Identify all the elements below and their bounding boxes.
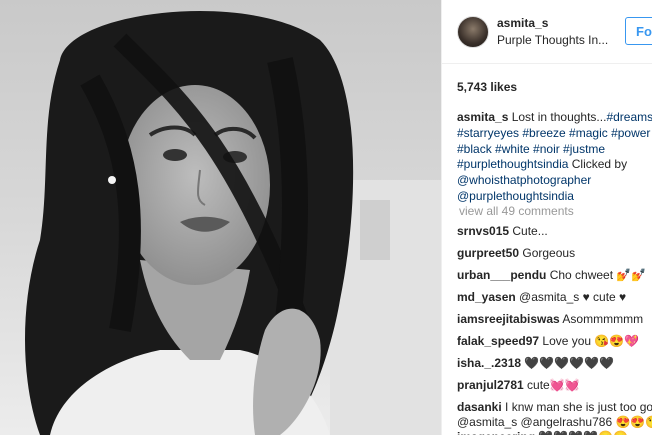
comment-username[interactable]: md_yasen xyxy=(457,290,516,304)
likes-count[interactable]: 5,743 likes xyxy=(457,80,517,94)
post-username[interactable]: asmita_s xyxy=(497,16,548,30)
comment-text: Gorgeous xyxy=(519,246,576,260)
comment-item: dasanki I knw man she is just too goo @a… xyxy=(457,400,652,430)
avatar[interactable] xyxy=(457,16,489,48)
comment-item: pranjul2781 cute💓💓 xyxy=(457,378,652,400)
caption-mid: Clicked by xyxy=(568,157,628,172)
comment-text: @asmita_s ♥ cute ♥ xyxy=(515,290,627,304)
comment-username[interactable]: srnvs015 xyxy=(457,224,509,238)
comment-item: srnvs015 Cute... xyxy=(457,224,652,246)
comment-username[interactable]: isha._.2318 xyxy=(457,356,521,370)
comment-item: isha._.2318 🖤🖤🖤🖤🖤🖤 xyxy=(457,356,652,378)
comment-item: falak_speed97 Love you 😘😍💖 xyxy=(457,334,652,356)
comment-username[interactable]: urban___pendu xyxy=(457,268,546,282)
comment-username[interactable]: falak_speed97 xyxy=(457,334,539,348)
comment-text: Asommmmmm xyxy=(559,312,644,326)
caption-mentions[interactable]: @whoisthatphotographer @purplethoughtsin… xyxy=(457,173,591,203)
caption-username[interactable]: asmita_s xyxy=(457,110,508,124)
comment-item: iamsreejitabiswas Asommmmmm xyxy=(457,312,652,334)
comment-text: Cute... xyxy=(509,224,548,238)
comment-text: Love you 😘😍💖 xyxy=(539,334,640,348)
post-sidebar: asmita_s Purple Thoughts In... Fo 5,743 … xyxy=(441,0,652,435)
comment-text: Cho chweet 💅💅 xyxy=(546,268,647,282)
post-caption: asmita_s Lost in thoughts...#dreams #sta… xyxy=(457,110,652,205)
comment-username[interactable]: gurpreet50 xyxy=(457,246,519,260)
comment-item: gurpreet50 Gorgeous xyxy=(457,246,652,268)
caption-text: Lost in thoughts... xyxy=(508,110,607,124)
comment-username[interactable]: dasanki xyxy=(457,400,502,414)
post-header: asmita_s Purple Thoughts In... Fo xyxy=(442,0,652,64)
comment-item: md_yasen @asmita_s ♥ cute ♥ xyxy=(457,290,652,312)
comment-item: imageneering 🖤🖤🖤🖤😶😶 xyxy=(457,430,652,435)
comment-list: srnvs015 Cute... gurpreet50 Gorgeous urb… xyxy=(457,224,652,435)
comment-text: 🖤🖤🖤🖤🖤🖤 xyxy=(521,356,615,370)
post-photo[interactable] xyxy=(0,0,441,435)
follow-button[interactable]: Fo xyxy=(625,17,652,45)
comment-username[interactable]: imageneering xyxy=(457,430,535,435)
comment-username[interactable]: pranjul2781 xyxy=(457,378,524,392)
view-all-comments-link[interactable]: view all 49 comments xyxy=(459,204,574,218)
comment-username[interactable]: iamsreejitabiswas xyxy=(457,312,560,326)
post-location[interactable]: Purple Thoughts In... xyxy=(497,33,608,47)
comment-text: 🖤🖤🖤🖤😶😶 xyxy=(535,430,628,435)
comment-text: cute💓💓 xyxy=(523,378,580,392)
portrait-image xyxy=(0,0,441,435)
comment-item: urban___pendu Cho chweet 💅💅 xyxy=(457,268,652,290)
